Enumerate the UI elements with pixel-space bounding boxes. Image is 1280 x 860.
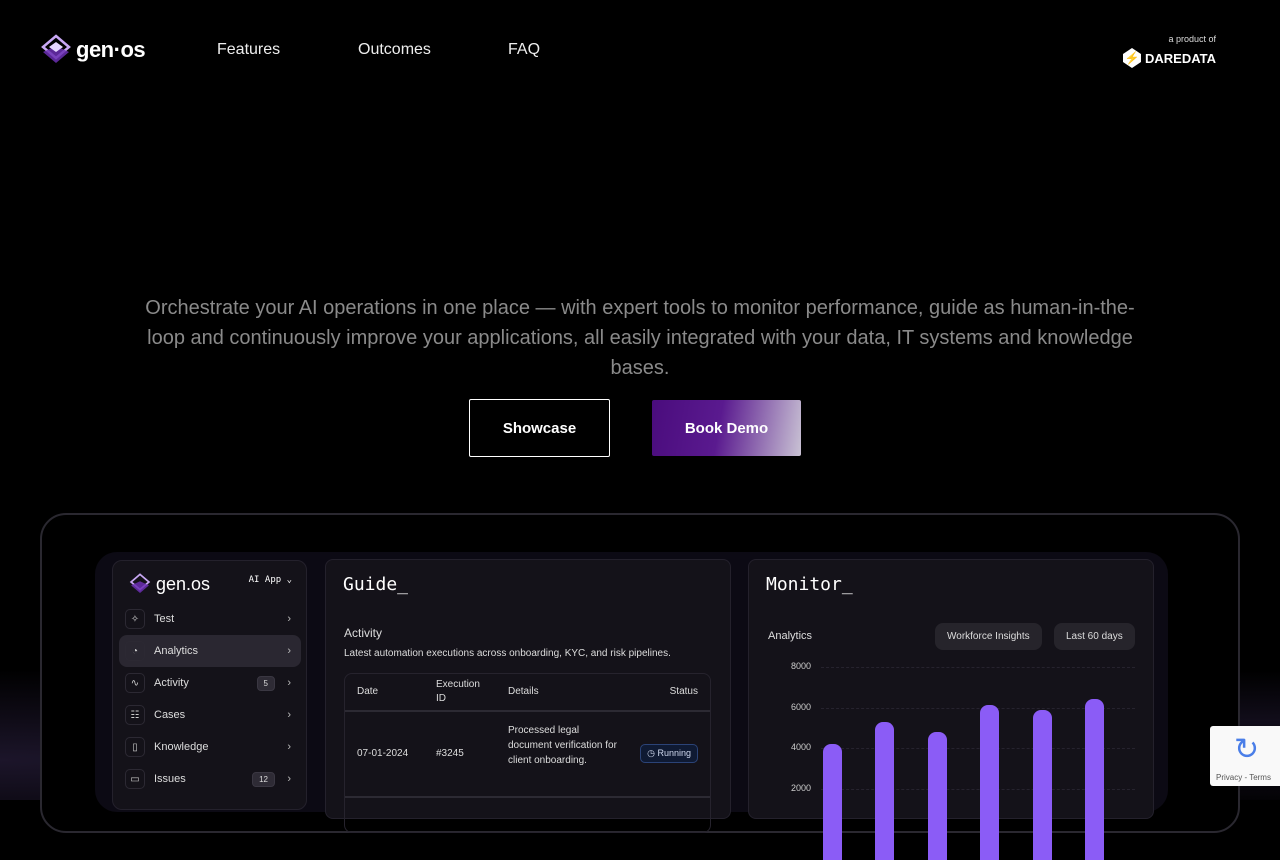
sidebar-item-label: Analytics <box>154 645 199 657</box>
app-selector[interactable]: AI App ⌄ <box>249 575 292 585</box>
sidebar-item-label: Activity <box>154 677 189 689</box>
bar[interactable] <box>875 721 895 860</box>
section-title: Activity <box>344 626 383 640</box>
chevron-right-icon: › <box>287 613 291 625</box>
activity-table: Date Execution ID Details Status 07-01-2… <box>344 673 711 833</box>
y-tick-label: 2000 <box>791 782 812 793</box>
cell-id: #3245 <box>436 748 464 759</box>
sidebar-item-activity[interactable]: ∿ Activity 5 › <box>119 667 301 699</box>
nav-outcomes[interactable]: Outcomes <box>358 41 431 59</box>
workforce-insights-button[interactable]: Workforce Insights <box>935 623 1042 650</box>
bar[interactable] <box>823 743 842 860</box>
showcase-button[interactable]: Showcase <box>469 399 610 457</box>
hero-description: Orchestrate your AI operations in one pl… <box>145 297 1135 379</box>
chevron-right-icon: › <box>287 741 291 753</box>
column-header: Date <box>357 686 379 697</box>
book-demo-button[interactable]: Book Demo <box>652 400 801 456</box>
count-badge: 5 <box>256 675 275 691</box>
daredata-link[interactable]: a product of ⚡ DAREDATA <box>1122 34 1216 68</box>
panel-title: Monitor_ <box>766 574 853 595</box>
chevron-down-icon: ⌄ <box>286 575 292 585</box>
product-of-label: a product of <box>1168 34 1216 44</box>
bar[interactable] <box>980 705 1000 860</box>
bar[interactable] <box>927 731 947 860</box>
activity-icon: ∿ <box>125 673 145 693</box>
top-nav: gen·os Features Outcomes FAQ a product o… <box>0 0 1280 100</box>
clock-icon: ◷ <box>647 748 655 758</box>
app-selector-label: AI App <box>248 575 282 585</box>
pie-chart-icon: ◔ <box>125 641 145 661</box>
recaptcha-badge[interactable]: ↻ Privacy - Terms <box>1210 726 1280 786</box>
app-sidebar: gen.os AI App ⌄ ✧ Test › ◔ Analytics › ∿ Acti… <box>112 560 307 810</box>
guide-panel: Guide_ Activity Latest automation execut… <box>325 559 731 833</box>
y-tick-label: 8000 <box>791 661 812 671</box>
list-icon: ☷ <box>125 705 145 725</box>
bolt-icon: ⚡ <box>1122 48 1141 68</box>
bar[interactable] <box>1085 699 1104 860</box>
column-header: Execution ID <box>436 679 480 704</box>
panel-title: Guide_ <box>343 574 409 595</box>
genos-logo-icon <box>129 573 151 593</box>
chevron-right-icon: › <box>287 709 291 721</box>
sidebar-item-issues[interactable]: ▭ Issues 12 › <box>119 763 301 795</box>
section-title: Analytics <box>768 630 813 642</box>
app-logo: gen.os <box>129 573 210 595</box>
chevron-right-icon: › <box>287 645 291 657</box>
sidebar-item-label: Cases <box>154 709 186 721</box>
sidebar-item-label: Knowledge <box>154 741 209 753</box>
chevron-right-icon: › <box>287 773 291 785</box>
sparkles-icon: ✧ <box>125 609 145 629</box>
sidebar-item-label: Test <box>154 613 175 625</box>
cell-date: 07-01-2024 <box>357 748 409 759</box>
column-header: Details <box>508 686 539 697</box>
sidebar-item-cases[interactable]: ☷ Cases › <box>119 699 301 731</box>
cell-details: Processed legal document verification fo… <box>508 725 617 766</box>
nav-features[interactable]: Features <box>217 41 280 59</box>
chevron-right-icon: › <box>287 677 291 689</box>
status-badge: ◷ Running <box>640 744 698 763</box>
column-header: Status <box>669 686 698 697</box>
genos-logo-icon <box>41 34 71 63</box>
monitor-panel: Monitor_ Analytics Workforce Insights La… <box>748 559 1154 860</box>
count-badge: 12 <box>252 771 275 787</box>
divider <box>345 710 710 712</box>
y-tick-label: 4000 <box>791 742 812 752</box>
folder-icon: ▭ <box>125 769 145 789</box>
y-tick-label: 6000 <box>791 701 812 712</box>
divider <box>345 796 710 798</box>
brand-name: gen·os <box>76 37 146 62</box>
bar[interactable] <box>1032 709 1052 860</box>
sidebar-item-label: Issues <box>154 773 186 785</box>
recaptcha-icon: ↻ <box>1234 733 1260 766</box>
status-label: Running <box>657 748 691 758</box>
sidebar-item-analytics[interactable]: ◔ Analytics › <box>119 635 301 667</box>
partner-name: DAREDATA <box>1144 50 1216 66</box>
gridline <box>821 667 1135 668</box>
sidebar-item-test[interactable]: ✧ Test › <box>119 603 301 635</box>
date-range-button[interactable]: Last 60 days <box>1054 623 1135 650</box>
nav-faq[interactable]: FAQ <box>508 41 540 59</box>
app-brand: gen.os <box>156 573 211 594</box>
book-icon: ▯ <box>125 737 145 757</box>
recaptcha-links[interactable]: Privacy - Terms <box>1216 773 1271 782</box>
sidebar-item-knowledge[interactable]: ▯ Knowledge › <box>119 731 301 763</box>
section-description: Latest automation executions across onbo… <box>344 648 671 659</box>
brand-logo[interactable]: gen·os <box>40 34 146 66</box>
